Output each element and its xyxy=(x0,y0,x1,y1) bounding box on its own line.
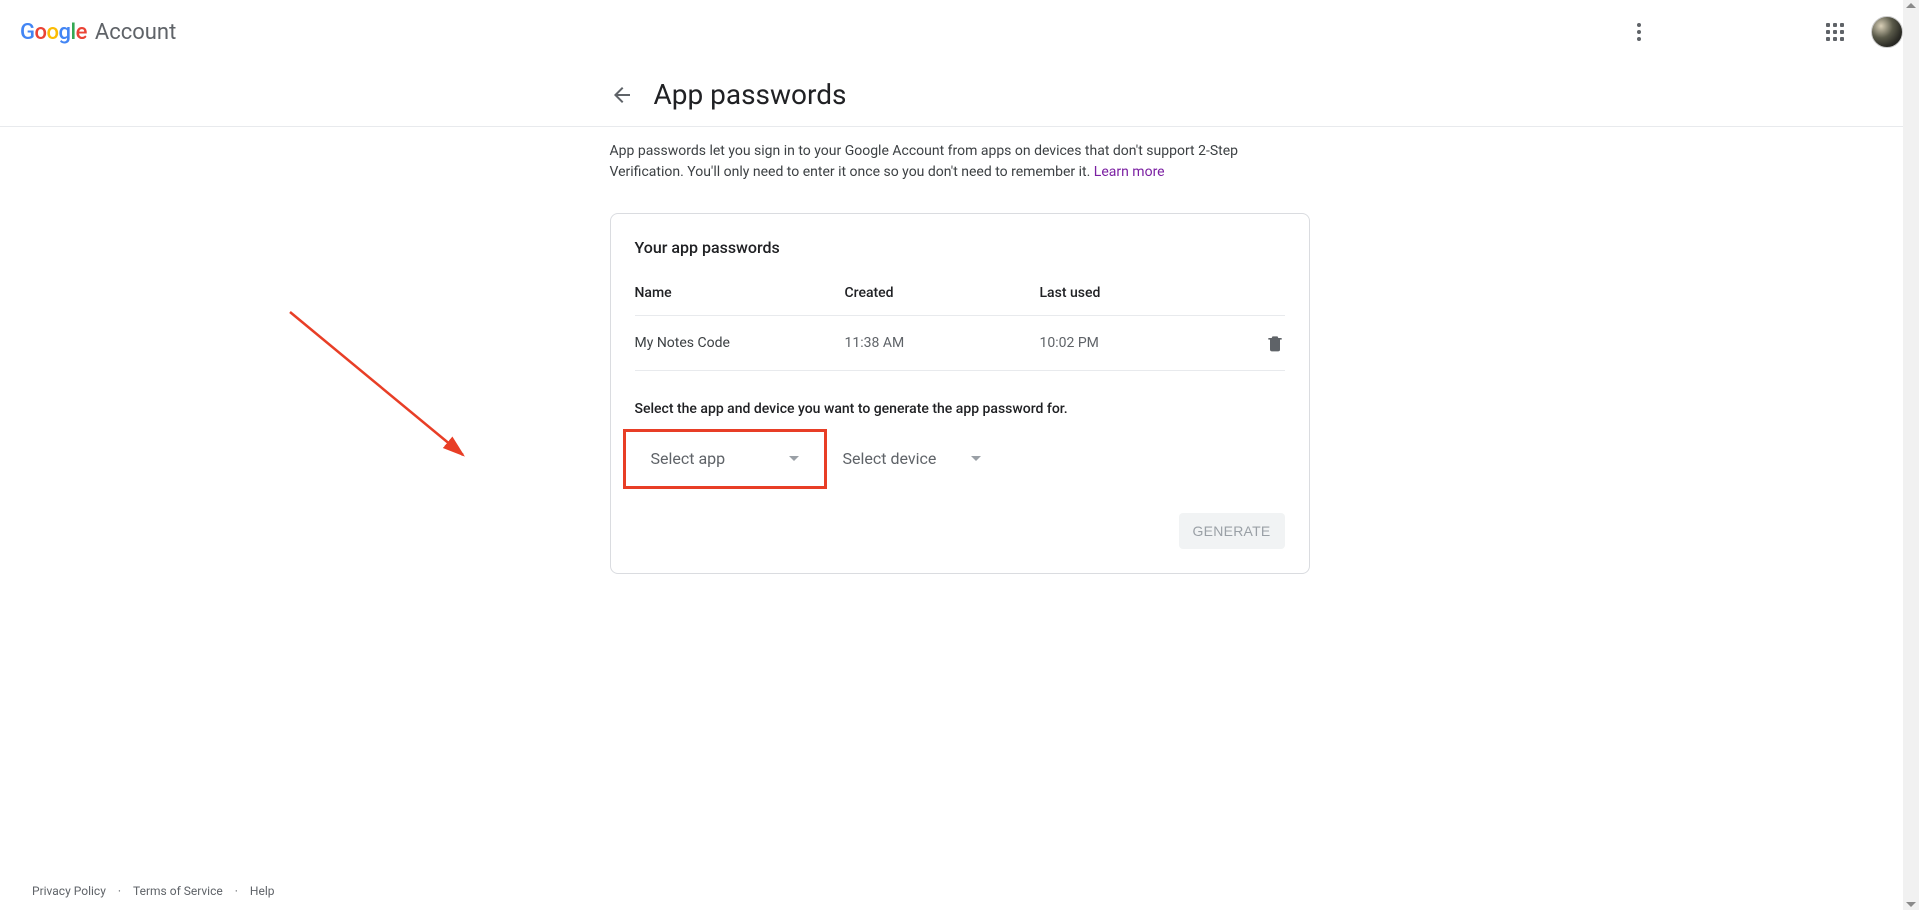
header-actions xyxy=(1619,12,1903,52)
help-link[interactable]: Help xyxy=(250,884,275,898)
page-description: App passwords let you sign in to your Go… xyxy=(610,141,1310,183)
select-device-label: Select device xyxy=(843,449,937,468)
row-last-used: 10:02 PM xyxy=(1040,335,1245,351)
product-name: Account xyxy=(95,20,176,45)
apps-grid-icon xyxy=(1826,23,1844,41)
selects-row: Select app Select device xyxy=(635,435,1285,483)
privacy-link[interactable]: Privacy Policy xyxy=(32,884,106,898)
header-divider xyxy=(0,126,1919,127)
learn-more-link[interactable]: Learn more xyxy=(1094,164,1165,180)
delete-button[interactable] xyxy=(1265,332,1285,354)
avatar[interactable] xyxy=(1871,16,1903,48)
page-title: App passwords xyxy=(654,78,847,111)
app-passwords-card: Your app passwords Name Created Last use… xyxy=(610,213,1310,574)
card-title: Your app passwords xyxy=(635,238,1285,257)
logo-group[interactable]: Google Account xyxy=(20,20,176,45)
table-row: My Notes Code 11:38 AM 10:02 PM xyxy=(635,316,1285,371)
select-instruction: Select the app and device you want to ge… xyxy=(635,401,1285,417)
annotation-arrow xyxy=(288,310,488,480)
generate-button[interactable]: GENERATE xyxy=(1179,513,1285,549)
scroll-down-icon[interactable] xyxy=(1906,902,1916,907)
app-header: Google Account xyxy=(0,0,1919,64)
footer: Privacy Policy · Terms of Service · Help xyxy=(32,884,274,898)
terms-link[interactable]: Terms of Service xyxy=(133,884,223,898)
col-name: Name xyxy=(635,285,845,301)
title-row: App passwords xyxy=(610,78,1310,111)
more-options-button[interactable] xyxy=(1619,12,1659,52)
scrollbar[interactable] xyxy=(1903,0,1919,910)
col-last-used: Last used xyxy=(1040,285,1245,301)
google-apps-button[interactable] xyxy=(1815,12,1855,52)
row-created: 11:38 AM xyxy=(845,335,1040,351)
table-header: Name Created Last used xyxy=(635,285,1285,316)
select-device-dropdown[interactable]: Select device xyxy=(827,435,997,483)
back-arrow-icon[interactable] xyxy=(610,83,634,107)
col-created: Created xyxy=(845,285,1040,301)
select-app-dropdown[interactable]: Select app xyxy=(635,435,815,483)
row-name: My Notes Code xyxy=(635,335,845,351)
google-logo: Google xyxy=(20,20,87,45)
scroll-up-icon[interactable] xyxy=(1906,3,1916,8)
select-app-label: Select app xyxy=(651,449,726,468)
chevron-down-icon xyxy=(789,456,799,461)
chevron-down-icon xyxy=(971,456,981,461)
more-vert-icon xyxy=(1637,23,1641,41)
